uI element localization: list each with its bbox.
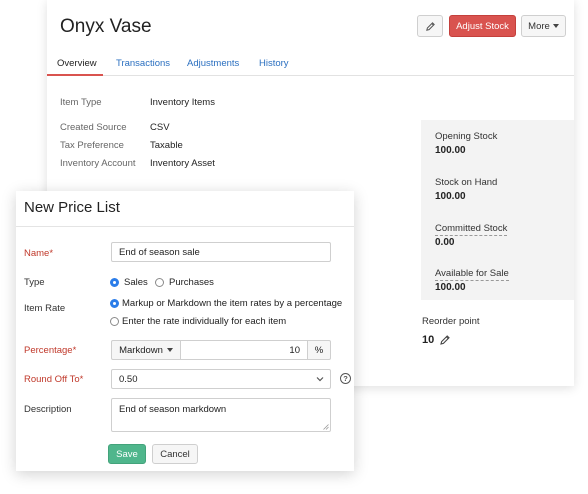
more-menu-button[interactable]: More <box>521 15 566 37</box>
caret-down-icon <box>166 348 173 352</box>
adjust-stock-button[interactable]: Adjust Stock <box>449 15 516 37</box>
dialog-title: New Price List <box>24 199 120 216</box>
edit-item-button[interactable] <box>417 15 443 37</box>
description-textarea[interactable]: End of season markdown <box>111 398 331 432</box>
detail-label-item-type: Item Type <box>60 97 102 108</box>
round-off-value: 0.50 <box>119 373 138 385</box>
name-input[interactable]: End of season sale <box>111 242 331 262</box>
type-purchases-radio[interactable] <box>155 278 164 287</box>
type-label: Type <box>24 277 45 288</box>
more-label: More <box>528 20 550 32</box>
active-tab-indicator <box>47 74 103 76</box>
tab-adjustments[interactable]: Adjustments <box>187 58 239 69</box>
screen: Onyx Vase Adjust Stock More Overview Tra… <box>0 0 588 494</box>
description-label: Description <box>24 404 72 415</box>
type-sales-radio[interactable] <box>110 278 119 287</box>
caret-down-icon <box>552 24 559 28</box>
item-title: Onyx Vase <box>60 16 152 37</box>
item-rate-individual-radio[interactable] <box>110 317 119 326</box>
percentage-label: Percentage* <box>24 345 77 356</box>
chevron-down-icon <box>316 377 324 382</box>
pencil-icon[interactable] <box>439 334 451 346</box>
tab-overview[interactable]: Overview <box>57 58 97 69</box>
dialog-divider <box>16 226 354 227</box>
tab-transactions[interactable]: Transactions <box>116 58 170 69</box>
save-button[interactable]: Save <box>108 444 146 464</box>
help-icon[interactable]: ? <box>340 373 351 384</box>
detail-label-inventory-account: Inventory Account <box>60 158 136 169</box>
stock-label-on-hand: Stock on Hand <box>435 177 498 188</box>
percentage-input[interactable]: 10 <box>180 340 308 360</box>
stock-value-committed: 0.00 <box>435 237 455 248</box>
stock-summary-panel: Opening Stock 100.00 Stock on Hand 100.0… <box>421 120 574 300</box>
item-tabs: Overview Transactions Adjustments Histor… <box>47 52 574 76</box>
detail-value-inventory-account: Inventory Asset <box>150 158 215 169</box>
reorder-point-value: 10 <box>422 334 435 346</box>
round-off-select[interactable]: 0.50 <box>111 369 331 389</box>
new-price-list-dialog: New Price List Name* End of season sale … <box>16 191 354 471</box>
detail-label-tax-preference: Tax Preference <box>60 140 124 151</box>
stock-value-opening: 100.00 <box>435 145 466 156</box>
stock-label-available[interactable]: Available for Sale <box>435 268 509 281</box>
item-rate-label: Item Rate <box>24 303 66 314</box>
stock-label-committed[interactable]: Committed Stock <box>435 223 508 236</box>
detail-value-item-type: Inventory Items <box>150 97 215 108</box>
cancel-button[interactable]: Cancel <box>152 444 198 464</box>
tab-history[interactable]: History <box>259 58 289 69</box>
pencil-icon <box>425 21 435 31</box>
reorder-point-label: Reorder point <box>422 316 480 327</box>
percent-unit-addon: % <box>307 340 331 360</box>
markdown-mode-value: Markdown <box>119 344 163 356</box>
detail-value-tax-preference: Taxable <box>150 140 183 151</box>
name-label: Name* <box>24 248 54 259</box>
stock-value-on-hand: 100.00 <box>435 191 466 202</box>
markup-markdown-dropdown[interactable]: Markdown <box>111 340 181 360</box>
type-purchases-label[interactable]: Purchases <box>169 277 214 288</box>
item-rate-percentage-radio[interactable] <box>110 299 119 308</box>
item-rate-individual-label[interactable]: Enter the rate individually for each ite… <box>122 316 286 327</box>
stock-value-available: 100.00 <box>435 282 466 293</box>
detail-value-created-source: CSV <box>150 122 170 133</box>
detail-label-created-source: Created Source <box>60 122 127 133</box>
round-off-label: Round Off To* <box>24 374 84 385</box>
description-value: End of season markdown <box>119 404 227 415</box>
stock-label-opening: Opening Stock <box>435 131 498 142</box>
resize-handle-icon[interactable] <box>323 424 329 430</box>
item-rate-percentage-label[interactable]: Markup or Markdown the item rates by a p… <box>122 298 342 309</box>
type-sales-label[interactable]: Sales <box>124 277 148 288</box>
